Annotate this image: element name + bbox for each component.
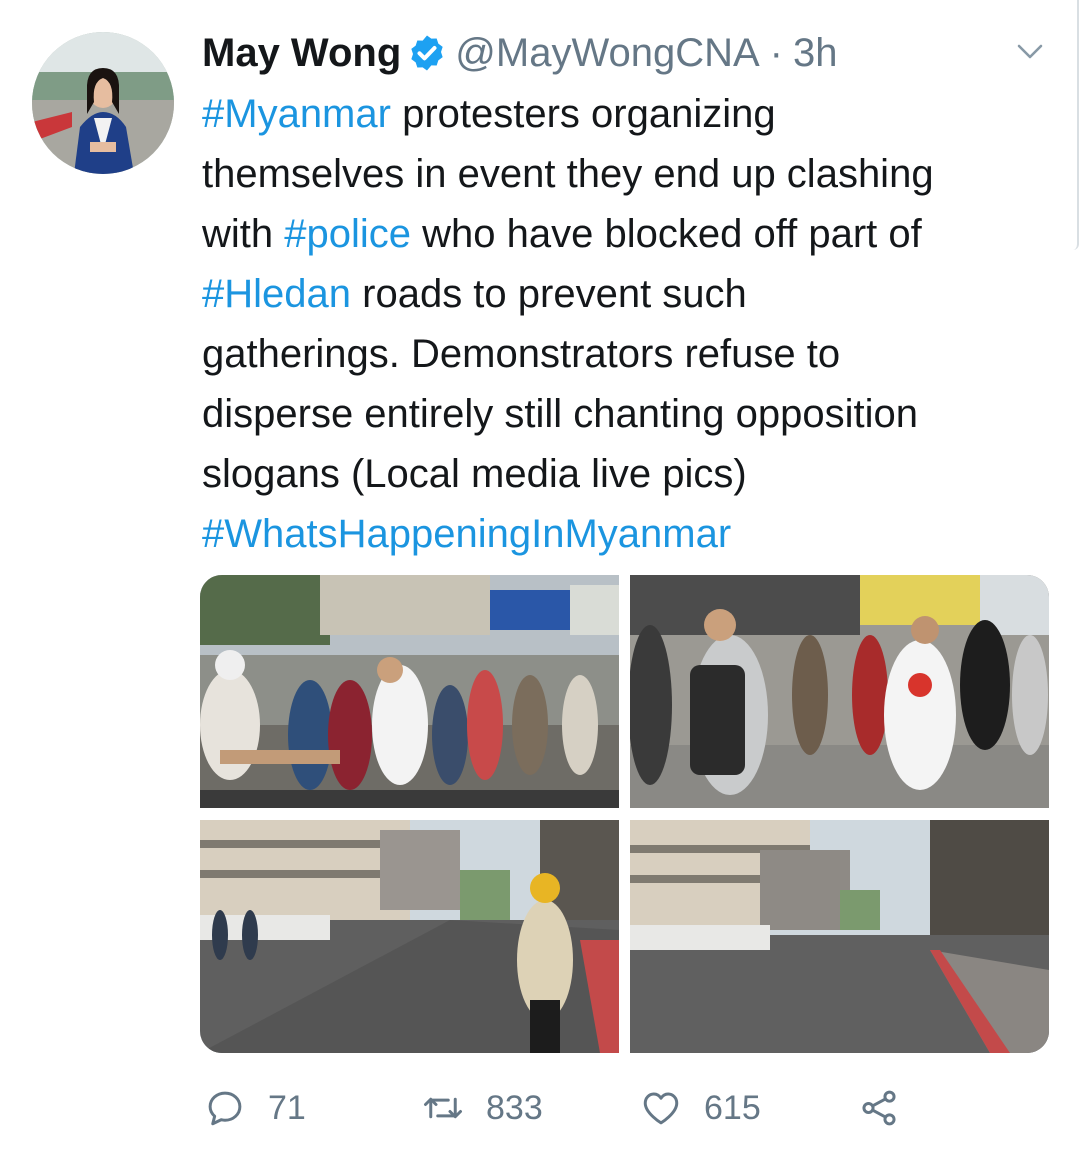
photo-protesters-holding-hands[interactable] [630,575,1049,808]
author-handle[interactable]: @MayWongCNA [455,31,759,76]
avatar[interactable] [32,32,174,174]
retweet-count: 833 [486,1088,543,1127]
tweet-timestamp[interactable]: 3h [793,31,838,76]
heart-icon [643,1092,679,1125]
like-button[interactable]: 615 [640,1080,761,1136]
tweet-actions: 71 833 615 [200,1080,920,1136]
share-icon [862,1090,896,1126]
tweet-text-line: themselves in event they end up clashing [202,144,1062,204]
chevron-down-icon[interactable] [1015,36,1045,66]
tweet-text-segment: slogans (Local media live pics) [202,452,747,496]
tweet-text-segment: gatherings. Demonstrators refuse to [202,332,841,376]
avatar-image [32,32,174,174]
photo-image [630,575,1049,808]
tweet-text-line: #WhatsHappeningInMyanmar [202,504,1062,564]
verified-badge-icon [411,35,443,71]
reply-count: 71 [268,1088,306,1127]
hashtag-link[interactable]: #WhatsHappeningInMyanmar [202,512,731,556]
retweet-icon [424,1097,462,1119]
tweet-text-segment: who have blocked off part of [411,212,922,256]
photo-image [630,820,1049,1053]
share-button[interactable] [858,1080,900,1136]
tweet-text: #Myanmar protesters organizing themselves… [202,84,1062,564]
photo-protesters-handshake[interactable] [200,575,619,808]
tweet-text-line: #Hledan roads to prevent such [202,264,1062,324]
tweet-text-line: slogans (Local media live pics) [202,444,1062,504]
tweet-text-segment: roads to prevent such [351,272,747,316]
tweet-text-segment: themselves in event they end up clashing [202,152,934,196]
photo-image [200,575,619,808]
tweet-text-line: disperse entirely still chanting opposit… [202,384,1062,444]
photo-empty-street[interactable] [630,820,1049,1053]
like-count: 615 [704,1088,761,1127]
scrollbar[interactable] [1073,0,1079,250]
tweet-text-line: #Myanmar protesters organizing [202,84,1062,144]
header-separator: · [769,30,783,75]
tweet-header: May Wong @MayWongCNA · 3h [202,28,838,78]
tweet-text-segment: disperse entirely still chanting opposit… [202,392,918,436]
hashtag-link[interactable]: #Hledan [202,272,351,316]
author-display-name[interactable]: May Wong [202,31,401,76]
reply-icon [208,1091,242,1126]
tweet-text-line: with #police who have blocked off part o… [202,204,1062,264]
tweet-text-segment: with [202,212,285,256]
hashtag-link[interactable]: #Myanmar [202,92,391,136]
media-grid [200,575,1049,1053]
retweet-button[interactable]: 833 [422,1080,543,1136]
tweet-text-line: gatherings. Demonstrators refuse to [202,324,1062,384]
photo-image [200,820,619,1053]
photo-empty-street-worker[interactable] [200,820,619,1053]
tweet-text-segment: protesters organizing [390,92,776,136]
reply-button[interactable]: 71 [204,1080,306,1136]
hashtag-link[interactable]: #police [284,212,411,256]
